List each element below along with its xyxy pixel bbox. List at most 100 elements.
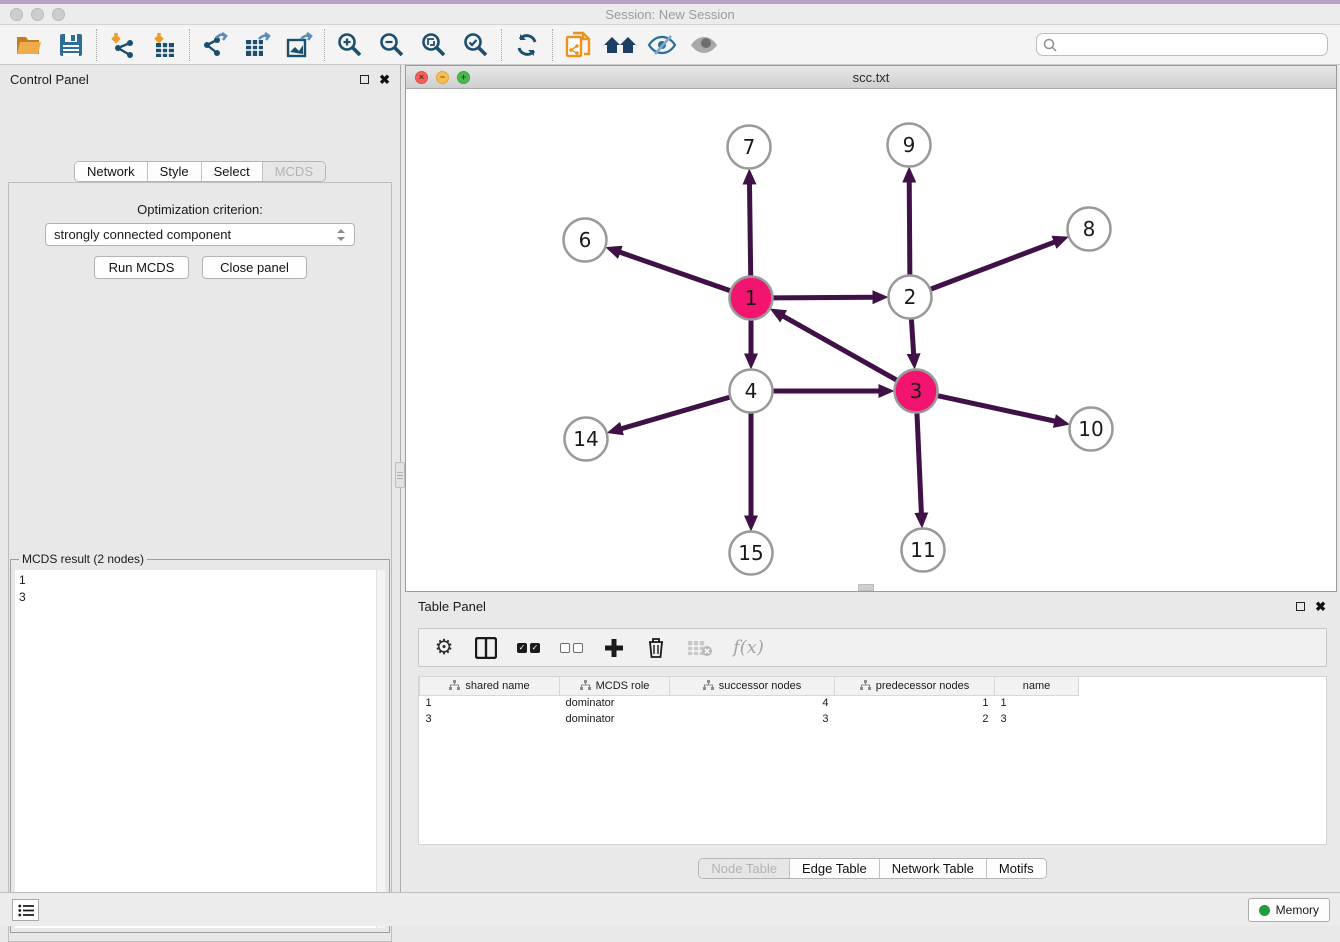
table-cell: dominator — [560, 695, 670, 711]
tab-network-table[interactable]: Network Table — [879, 859, 986, 878]
zoom-out-icon — [379, 32, 405, 58]
control-panel: Control Panel ✖ NetworkStyleSelectMCDS O… — [0, 65, 401, 892]
edge-3-1[interactable] — [783, 316, 897, 381]
delete-row-button[interactable] — [645, 636, 667, 660]
show-graphics-details-button[interactable] — [683, 28, 725, 62]
table-cell: 3 — [670, 711, 835, 727]
node-label-14: 14 — [573, 427, 598, 451]
edge-4-14[interactable] — [621, 397, 730, 429]
select-all-button[interactable]: ✓ ✓ — [517, 636, 540, 660]
control-panel-tabs: NetworkStyleSelectMCDS — [0, 161, 400, 182]
clone-network-icon — [565, 31, 591, 59]
close-panel-button[interactable]: Close panel — [202, 256, 307, 279]
table-settings-button[interactable]: ⚙ — [433, 636, 455, 660]
column-header-name[interactable]: name — [995, 677, 1079, 695]
open-folder-icon — [15, 33, 43, 57]
gear-icon: ⚙ — [435, 637, 454, 658]
edge-1-2[interactable] — [772, 297, 873, 298]
network-canvas[interactable]: 7968124314101511 — [406, 89, 1336, 591]
fx-icon: f(x) — [733, 637, 764, 658]
table-cell: 1 — [835, 695, 995, 711]
table-row[interactable]: 1dominator411 — [420, 695, 1079, 711]
run-mcds-button[interactable]: Run MCDS — [94, 256, 189, 279]
edge-1-7[interactable] — [749, 183, 750, 276]
table-cell: 3 — [995, 711, 1079, 727]
toolbar-separator — [324, 29, 325, 61]
checked-box-icon: ✓ — [530, 643, 540, 653]
network-window-titlebar[interactable]: × − + scc.txt — [406, 66, 1336, 89]
network-graph[interactable]: 7968124314101511 — [406, 89, 1336, 591]
result-scrollbar[interactable] — [376, 570, 385, 928]
import-network-button[interactable] — [101, 28, 143, 62]
app-title: Session: New Session — [0, 7, 1340, 22]
add-row-button[interactable] — [603, 636, 625, 660]
table-cell: 3 — [420, 711, 560, 727]
node-label-3: 3 — [910, 379, 923, 403]
export-image-button[interactable] — [278, 28, 320, 62]
show-columns-button[interactable] — [475, 636, 497, 660]
import-table-icon — [151, 32, 177, 58]
edge-3-10[interactable] — [937, 396, 1055, 422]
memory-button[interactable]: Memory — [1248, 898, 1330, 922]
zoom-in-icon — [337, 32, 363, 58]
table-panel-title: Table Panel — [418, 599, 486, 614]
canvas-splitter-grip[interactable] — [858, 584, 874, 591]
edge-1-6[interactable] — [619, 252, 730, 291]
node-label-2: 2 — [904, 285, 917, 309]
search-input[interactable] — [1036, 33, 1328, 56]
export-network-button[interactable] — [194, 28, 236, 62]
edge-2-8[interactable] — [930, 242, 1055, 289]
tab-network[interactable]: Network — [75, 162, 147, 181]
eye-icon — [689, 34, 719, 56]
toolbar-separator — [96, 29, 97, 61]
tab-motifs[interactable]: Motifs — [986, 859, 1046, 878]
unchecked-box-icon — [573, 643, 583, 653]
zoom-fit-button[interactable] — [413, 28, 455, 62]
mcds-result-text[interactable]: 1 3 — [15, 570, 379, 928]
open-session-button[interactable] — [8, 28, 50, 62]
tab-select[interactable]: Select — [201, 162, 262, 181]
network-window-title: scc.txt — [406, 70, 1336, 85]
mcds-result-group: MCDS result (2 nodes) 1 3 — [10, 559, 390, 933]
tab-mcds[interactable]: MCDS — [262, 162, 325, 181]
column-header-predecessor-nodes[interactable]: predecessor nodes — [835, 677, 995, 695]
table-cell: dominator — [560, 711, 670, 727]
zoom-in-button[interactable] — [329, 28, 371, 62]
float-table-panel-icon[interactable] — [1296, 602, 1305, 611]
criterion-select[interactable]: strongly connected component — [45, 223, 355, 246]
table-cell: 2 — [835, 711, 995, 727]
column-header-MCDS-role[interactable]: MCDS role — [560, 677, 670, 695]
zoom-selected-button[interactable] — [455, 28, 497, 62]
zoom-out-button[interactable] — [371, 28, 413, 62]
show-home-button[interactable] — [599, 28, 641, 62]
zoom-selected-icon — [463, 32, 489, 58]
node-label-4: 4 — [745, 379, 758, 403]
export-table-button[interactable] — [236, 28, 278, 62]
import-table-button[interactable] — [143, 28, 185, 62]
column-header-shared-name[interactable]: shared name — [420, 677, 560, 695]
tab-style[interactable]: Style — [147, 162, 201, 181]
houses-icon — [603, 33, 637, 57]
edge-3-11[interactable] — [917, 412, 921, 513]
hide-graphics-details-button[interactable] — [641, 28, 683, 62]
node-label-6: 6 — [579, 228, 592, 252]
column-header-successor-nodes[interactable]: successor nodes — [670, 677, 835, 695]
refresh-icon — [514, 32, 540, 58]
table-cell: 4 — [670, 695, 835, 711]
show-panel-list-button[interactable] — [12, 899, 39, 921]
clone-network-button[interactable] — [557, 28, 599, 62]
app-titlebar: Session: New Session — [0, 4, 1340, 25]
save-session-button[interactable] — [50, 28, 92, 62]
network-view-window: × − + scc.txt 7968124314101511 — [405, 65, 1337, 592]
edge-2-9[interactable] — [909, 181, 910, 275]
edge-2-3[interactable] — [911, 318, 913, 354]
tab-node-table[interactable]: Node Table — [699, 859, 789, 878]
deselect-all-button[interactable] — [560, 636, 583, 660]
refresh-button[interactable] — [506, 28, 548, 62]
close-table-panel-icon[interactable]: ✖ — [1315, 600, 1326, 613]
float-panel-icon[interactable] — [360, 75, 369, 84]
panel-splitter-grip[interactable] — [395, 462, 405, 488]
tab-edge-table[interactable]: Edge Table — [789, 859, 879, 878]
table-row[interactable]: 3dominator323 — [420, 711, 1079, 727]
close-panel-icon[interactable]: ✖ — [379, 73, 390, 86]
